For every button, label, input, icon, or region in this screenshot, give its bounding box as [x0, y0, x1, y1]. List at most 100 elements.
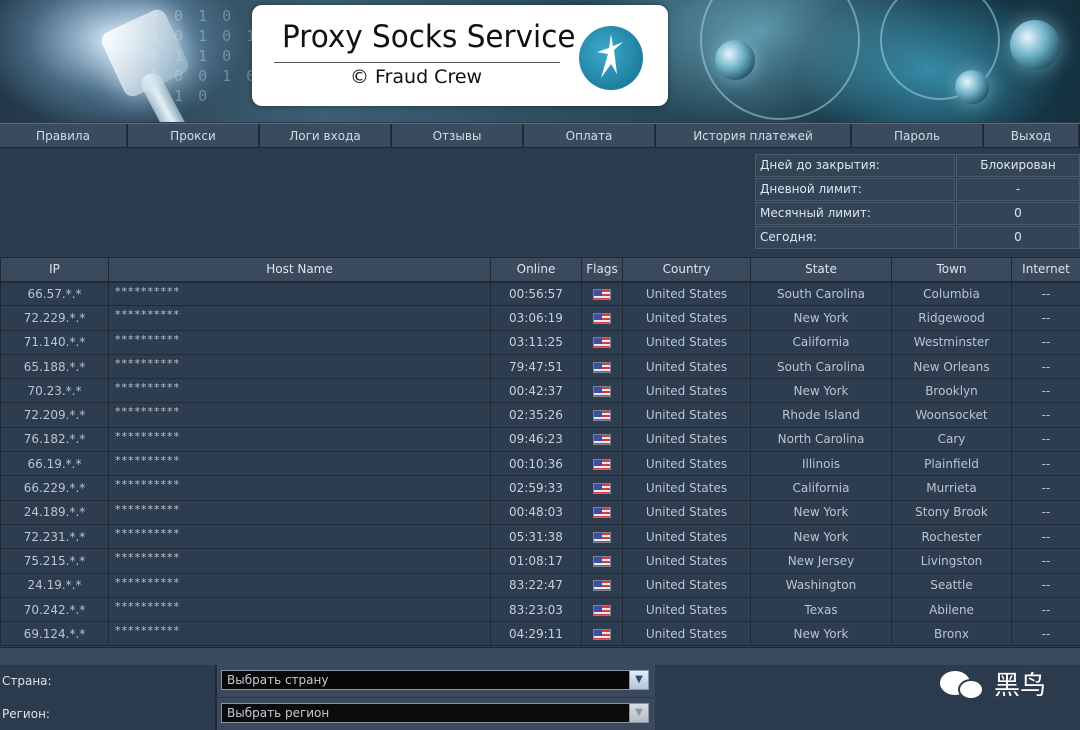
table-row[interactable]: 66.229.*.* ********** 02:59:33 United State…	[0, 475, 1080, 501]
internet-cell: --	[1011, 499, 1080, 525]
flag-cell	[581, 621, 623, 647]
table-row[interactable]: 70.242.*.* ********** 83:23:03 United State…	[0, 596, 1080, 623]
ip-cell: 66.229.*.*	[0, 475, 109, 501]
chevron-down-icon[interactable]: ▼	[629, 704, 648, 722]
fractal-orb-graphic	[715, 40, 755, 80]
internet-cell: --	[1011, 572, 1080, 598]
us-flag-icon	[593, 361, 611, 373]
online-cell: 00:42:37	[490, 378, 582, 404]
us-flag-icon	[593, 628, 611, 640]
column-header[interactable]: IP	[0, 257, 109, 283]
table-row[interactable]: 76.182.*.* ********** 09:46:23 United State…	[0, 426, 1080, 453]
country-select[interactable]: Выбрать страну ▼	[221, 670, 649, 690]
table-row[interactable]: 75.215.*.* ********** 01:08:17 United State…	[0, 548, 1080, 574]
country-cell: United States	[622, 523, 751, 550]
internet-cell: --	[1011, 548, 1080, 574]
ip-cell: 76.182.*.*	[0, 426, 109, 453]
town-cell: Murrieta	[891, 475, 1012, 501]
hostname-cell: **********	[108, 402, 491, 428]
table-row[interactable]: 72.209.*.* ********** 02:35:26 United State…	[0, 402, 1080, 428]
online-cell: 03:11:25	[490, 329, 582, 355]
table-row[interactable]: 69.124.*.* ********** 04:29:11 United State…	[0, 621, 1080, 647]
ip-cell: 65.188.*.*	[0, 353, 109, 380]
table-header-row: IP Host Name Online Flags Country State Town In…	[0, 257, 1080, 283]
country-cell: United States	[622, 378, 751, 404]
column-header[interactable]: Town	[891, 257, 1012, 283]
internet-cell: --	[1011, 378, 1080, 404]
online-cell: 83:22:47	[490, 572, 582, 598]
column-header[interactable]: Country	[622, 257, 751, 283]
town-cell: Ridgewood	[891, 305, 1012, 331]
town-cell: Columbia	[891, 280, 1012, 307]
main-nav: Правила Прокси Логи входа Отзывы Оплата Истор…	[0, 123, 1080, 148]
internet-cell: --	[1011, 353, 1080, 380]
header-banner: 0 0 1 0 1 0 1 0 1 0 1 1 0 1 0 0 1 0 0 1 …	[0, 0, 1080, 122]
town-cell: Westminster	[891, 329, 1012, 355]
table-row[interactable]: 66.57.*.* ********** 00:56:57 United States…	[0, 280, 1080, 307]
table-row[interactable]: 72.231.*.* ********** 05:31:38 United State…	[0, 523, 1080, 550]
state-cell: California	[750, 475, 892, 501]
column-header[interactable]: Flags	[581, 257, 623, 283]
table-row[interactable]: 65.188.*.* ********** 79:47:51 United State…	[0, 353, 1080, 380]
us-flag-icon	[593, 410, 611, 422]
column-header[interactable]: Host Name	[108, 257, 491, 283]
chevron-down-icon[interactable]: ▼	[629, 671, 648, 689]
online-cell: 02:59:33	[490, 475, 582, 501]
region-select[interactable]: Выбрать регион ▼	[221, 703, 649, 723]
state-cell: New York	[750, 621, 892, 647]
table-row[interactable]: 24.189.*.* ********** 00:48:03 United State…	[0, 499, 1080, 525]
ip-cell: 72.231.*.*	[0, 523, 109, 550]
nav-item[interactable]: Оплата	[524, 124, 656, 148]
internet-cell: --	[1011, 305, 1080, 331]
country-cell: United States	[622, 596, 751, 623]
nav-item[interactable]: Пароль	[852, 124, 984, 148]
state-cell: Texas	[750, 596, 892, 623]
ip-cell: 70.242.*.*	[0, 596, 109, 623]
town-cell: Woonsocket	[891, 402, 1012, 428]
us-flag-icon	[593, 337, 611, 349]
state-cell: North Carolina	[750, 426, 892, 453]
table-row[interactable]: 72.229.*.* ********** 03:06:19 United State…	[0, 305, 1080, 331]
nav-item[interactable]: История платежей	[656, 124, 852, 148]
flag-cell	[581, 329, 623, 355]
hostname-cell: **********	[108, 475, 491, 501]
country-cell: United States	[622, 353, 751, 380]
flag-cell	[581, 523, 623, 550]
ip-cell: 75.215.*.*	[0, 548, 109, 574]
stat-label: Дневной лимит:	[755, 178, 955, 201]
online-cell: 02:35:26	[490, 402, 582, 428]
table-row[interactable]: 66.19.*.* ********** 00:10:36 United States…	[0, 451, 1080, 477]
column-header[interactable]: State	[750, 257, 892, 283]
us-flag-icon	[593, 288, 611, 300]
nav-item[interactable]: Прокси	[128, 124, 260, 148]
us-flag-icon	[593, 385, 611, 397]
column-header[interactable]: Online	[490, 257, 582, 283]
internet-cell: --	[1011, 280, 1080, 307]
column-header[interactable]: Internet	[1011, 257, 1080, 283]
internet-cell: --	[1011, 329, 1080, 355]
table-row[interactable]: 24.19.*.* ********** 83:22:47 United States…	[0, 572, 1080, 598]
country-cell: United States	[622, 280, 751, 307]
hostname-cell: **********	[108, 548, 491, 574]
site-title: Proxy Socks Service	[282, 19, 576, 55]
hostname-cell: **********	[108, 378, 491, 404]
nav-item[interactable]: Логи входа	[260, 124, 392, 148]
ip-cell: 66.19.*.*	[0, 451, 109, 477]
us-flag-icon	[593, 555, 611, 567]
hostname-cell: **********	[108, 523, 491, 550]
nav-item[interactable]: Правила	[0, 124, 128, 148]
table-row[interactable]: 71.140.*.* ********** 03:11:25 United State…	[0, 329, 1080, 355]
nav-item[interactable]: Выход	[984, 124, 1080, 148]
hostname-cell: **********	[108, 353, 491, 380]
flag-cell	[581, 426, 623, 453]
town-cell: Stony Brook	[891, 499, 1012, 525]
logo-divider	[274, 62, 560, 63]
state-cell: South Carolina	[750, 353, 892, 380]
table-row[interactable]: 70.23.*.* ********** 00:42:37 United States…	[0, 378, 1080, 404]
us-flag-icon	[593, 531, 611, 543]
nav-item[interactable]: Отзывы	[392, 124, 524, 148]
town-cell: Rochester	[891, 523, 1012, 550]
country-select-cell: Выбрать страну ▼	[217, 665, 655, 697]
online-cell: 00:48:03	[490, 499, 582, 525]
us-flag-icon	[593, 312, 611, 324]
